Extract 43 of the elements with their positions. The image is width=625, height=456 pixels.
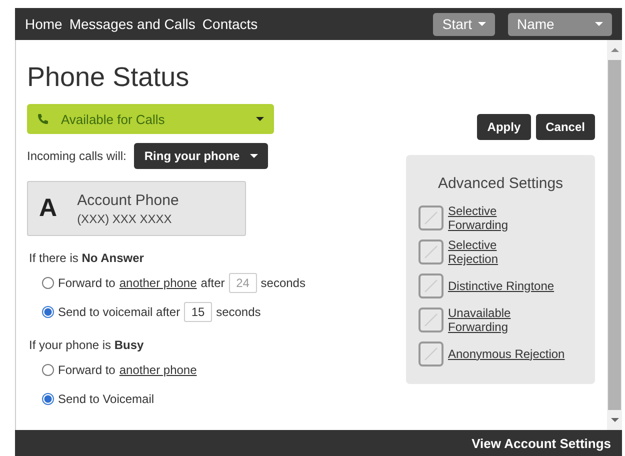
ring-dropdown[interactable]: Ring your phone [134, 143, 268, 169]
radio-button[interactable] [42, 277, 54, 289]
feature-link[interactable]: Anonymous Rejection [448, 346, 565, 362]
scrollbar[interactable] [607, 40, 622, 430]
nav-link[interactable]: Messages and Calls [69, 16, 196, 32]
radio-button[interactable] [42, 364, 54, 376]
phone-icon [37, 113, 49, 125]
option-label: Forward to [58, 276, 116, 290]
account-letter: A [39, 194, 58, 223]
option-label: Forward to [58, 363, 116, 377]
option-label: seconds [216, 305, 261, 319]
action-button[interactable]: Apply [477, 114, 531, 140]
feature-icon [418, 273, 444, 299]
status-dropdown[interactable]: Available for Calls [27, 104, 274, 134]
panel-title: Advanced Settings [436, 175, 564, 192]
nav-link[interactable]: Home [25, 16, 62, 32]
account-number: (XXX) XXX XXXX [77, 212, 173, 226]
feature-link[interactable]: Distinctive Ringtone [448, 278, 554, 294]
option-label: after [200, 276, 225, 290]
feature-icon [418, 239, 444, 265]
page-title: Phone Status [27, 62, 190, 93]
another-phone-link[interactable]: another phone [119, 363, 197, 377]
radio-button[interactable] [42, 393, 54, 405]
account-card[interactable]: A Account Phone (XXX) XXX XXXX [27, 181, 246, 236]
action-button[interactable]: Cancel [536, 114, 595, 140]
feature-icon [418, 205, 444, 231]
radio-button[interactable] [42, 306, 54, 318]
feature-link[interactable]: Selective Forwarding [448, 204, 508, 232]
option-label: Send to voicemail after [58, 305, 180, 319]
account-settings-link[interactable]: View Account Settings [472, 436, 611, 450]
group-heading: If there is No Answer [29, 251, 145, 265]
feature-link[interactable]: Unavailable Forwarding [448, 306, 511, 334]
account-name: Account Phone [77, 192, 179, 208]
feature-icon [418, 341, 444, 367]
group-heading: If your phone is Busy [29, 338, 145, 352]
incoming-calls-label: Incoming calls will: [27, 149, 126, 163]
feature-icon [418, 307, 444, 333]
option-label: seconds [260, 276, 306, 290]
feature-link[interactable]: Selective Rejection [448, 238, 498, 266]
nav-link[interactable]: Contacts [202, 16, 258, 32]
seconds-field[interactable]: 15 [184, 302, 212, 322]
option-label: Send to Voicemail [58, 392, 154, 406]
another-phone-link[interactable]: another phone [119, 276, 197, 290]
